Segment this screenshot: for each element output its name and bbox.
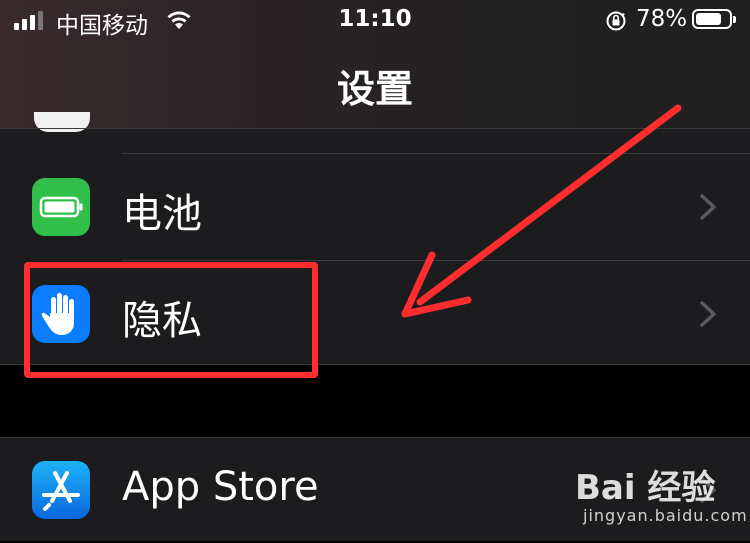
header-background: 中国移动 11:10 78% 设置: [0, 0, 750, 128]
settings-row-battery[interactable]: 电池: [0, 154, 750, 260]
battery-percentage: 78%: [636, 6, 688, 32]
app-store-icon: [32, 461, 90, 519]
settings-row-label: App Store: [122, 464, 319, 510]
rotation-lock-icon: [606, 11, 626, 31]
partial-row-icon: [34, 112, 90, 132]
chevron-right-icon: [700, 194, 716, 220]
chevron-right-icon: [700, 301, 716, 327]
settings-row-label: 电池: [122, 191, 202, 237]
watermark-brand: Bai 经验: [575, 468, 716, 508]
divider: [0, 128, 750, 129]
battery-icon: [32, 178, 90, 236]
battery-status-icon: [692, 9, 736, 29]
watermark: Bai 经验 jingyan.baidu.com: [575, 460, 747, 530]
watermark-url: jingyan.baidu.com: [583, 506, 748, 525]
highlight-box-annotation: [24, 262, 318, 378]
status-bar: 中国移动 11:10 78%: [0, 0, 750, 44]
page-title: 设置: [336, 67, 413, 111]
